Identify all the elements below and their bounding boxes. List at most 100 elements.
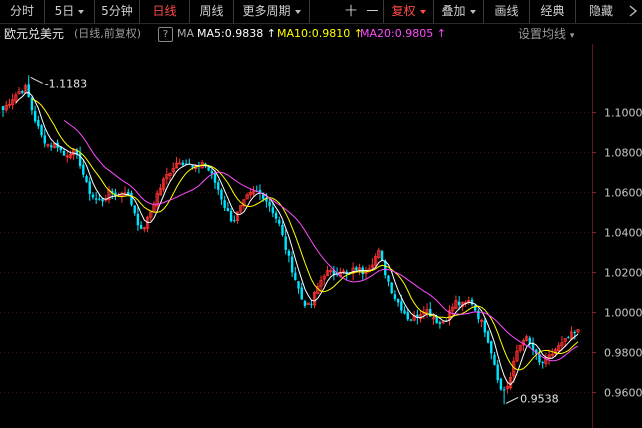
overlay-label: 叠加	[441, 4, 466, 18]
candle-body	[290, 256, 294, 273]
candle-body	[567, 337, 570, 339]
candle-body	[136, 213, 140, 226]
arrow-up-icon: ↑	[266, 27, 276, 40]
tab-5day-label: 5日	[54, 4, 75, 18]
candle-body	[297, 281, 300, 289]
y-tick-label: 1.0400	[604, 227, 642, 240]
tab-intraday[interactable]: 分时	[0, 0, 45, 23]
candle-body	[62, 150, 66, 156]
candle-body	[223, 200, 226, 209]
tab-5day[interactable]: 5日	[45, 0, 95, 23]
low-label: 0.9538	[520, 392, 559, 405]
candle-body	[300, 287, 303, 300]
candle-body	[21, 91, 24, 93]
candle-body	[37, 120, 40, 127]
y-tick-label: 1.1000	[604, 107, 642, 120]
candle-body	[217, 182, 220, 190]
candle-body	[502, 389, 506, 391]
y-tick-label: 1.0000	[604, 307, 642, 320]
candle-body	[310, 303, 313, 305]
candle-body	[130, 193, 133, 205]
more-periods-dropdown[interactable]: 更多周期	[234, 0, 310, 23]
zoom-out-button[interactable]: 一	[362, 0, 384, 23]
collapse-icon[interactable]	[629, 5, 638, 17]
candlestick-chart[interactable]: 1.1000 1.0800 1.0600 1.0400 1.0200 1.0000 0.98…	[0, 44, 642, 428]
tab-weekly[interactable]: 周线	[190, 0, 234, 23]
chart-mode: (日线,前复权)	[74, 27, 142, 40]
candle-body	[438, 322, 442, 325]
more-periods-label: 更多周期	[242, 4, 291, 18]
classic-button[interactable]: 经典	[530, 0, 576, 23]
ma5-value: MA5:0.9838 ↑	[197, 24, 276, 44]
y-tick-label: 1.0600	[604, 187, 642, 200]
candle-body	[91, 194, 95, 198]
ma20-text: MA20:0.9805	[360, 27, 434, 40]
period-toolbar: 分时 5日 5分钟 日线 周线 更多周期 十 一 复权 叠加 画线 经典 隐藏	[0, 0, 642, 24]
candle-body	[181, 162, 185, 166]
candle-body	[40, 125, 43, 136]
high-pointer	[30, 76, 43, 84]
candle-body	[207, 167, 210, 171]
candle-body	[213, 173, 217, 183]
zoom-in-label: 十	[344, 4, 357, 18]
hide-button[interactable]: 隐藏	[576, 0, 626, 23]
candle-body	[393, 294, 397, 299]
candle-body	[457, 301, 461, 306]
candle-body	[220, 189, 223, 200]
overlay-dropdown[interactable]: 叠加	[434, 0, 484, 23]
candle-body	[490, 341, 493, 354]
candle-body	[486, 331, 490, 343]
ma5-line	[15, 91, 579, 386]
ma20-line	[63, 119, 579, 362]
candle-body	[287, 250, 291, 256]
candle-body	[400, 301, 403, 311]
candle-body	[499, 378, 503, 390]
candle-body	[133, 205, 136, 214]
ma5-text: MA5:0.9838	[197, 27, 264, 40]
y-tick-label: 1.0200	[604, 267, 642, 280]
candle-body	[268, 201, 271, 207]
candle-body	[278, 219, 281, 224]
candle-body	[390, 282, 393, 294]
candle-body	[528, 337, 532, 344]
tab-daily[interactable]: 日线	[140, 0, 190, 23]
candle-body	[139, 224, 143, 229]
candle-body	[403, 310, 406, 314]
tab-intraday-label: 分时	[9, 4, 34, 18]
moving-averages	[15, 91, 579, 386]
ma-settings-dropdown[interactable]: 设置均线 ▾	[518, 24, 574, 46]
price-axis: 1.1000 1.0800 1.0600 1.0400 1.0200 1.0000 0.98…	[592, 44, 642, 428]
candle-body	[483, 320, 487, 333]
candle-body	[303, 301, 307, 306]
candle-body	[226, 208, 230, 211]
candle-body	[1, 106, 5, 111]
zoom-in-button[interactable]: 十	[340, 0, 362, 23]
draw-line-label: 画线	[494, 4, 519, 18]
candles	[1, 75, 580, 405]
indicator-bar: 欧元兑美元 (日线,前复权) ? MA MA5:0.9838 ↑ MA10:0.…	[0, 24, 642, 44]
candle-body	[380, 250, 384, 261]
candle-body	[210, 170, 213, 174]
chevron-down-icon	[294, 9, 301, 14]
chevron-down-icon	[469, 9, 476, 14]
ma-label: MA	[177, 27, 195, 40]
candle-body	[573, 332, 576, 334]
candle-body	[294, 272, 297, 281]
candle-body	[387, 275, 390, 282]
extreme-labels: -1.1183 0.9538	[30, 76, 559, 405]
chevron-down-icon: ▾	[569, 31, 575, 41]
symbol-name: 欧元兑美元	[4, 27, 65, 41]
ma10-text: MA10:0.9810	[277, 27, 351, 40]
candle-body	[94, 198, 98, 200]
candle-body	[396, 298, 400, 303]
candle-body	[496, 364, 499, 381]
candle-body	[384, 261, 387, 276]
tab-5min[interactable]: 5分钟	[95, 0, 140, 23]
draw-line-button[interactable]: 画线	[484, 0, 530, 23]
candle-body	[274, 212, 278, 219]
candle-body	[271, 207, 275, 214]
help-icon[interactable]: ?	[158, 27, 173, 42]
tab-daily-label: 日线	[152, 4, 177, 18]
candle-body	[43, 135, 46, 144]
adjust-rights-dropdown[interactable]: 复权	[384, 0, 434, 23]
